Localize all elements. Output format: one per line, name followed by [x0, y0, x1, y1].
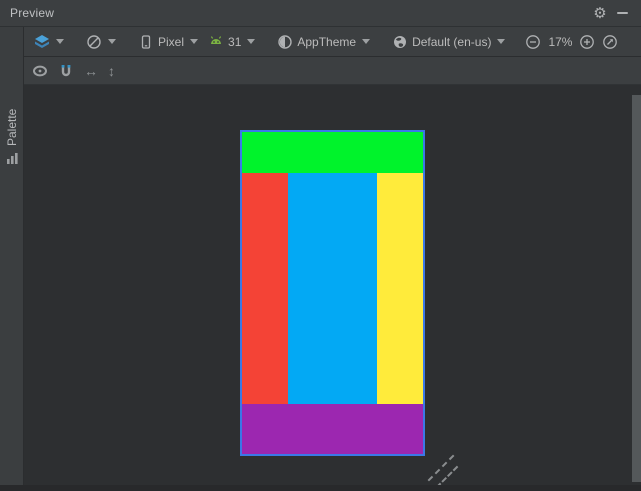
locale-selector-label: Default (en-us) — [412, 34, 492, 49]
device-selector-label: Pixel — [158, 34, 185, 49]
theme-selector-label: AppTheme — [297, 34, 357, 49]
window-bottom-edge — [0, 485, 641, 491]
chevron-down-icon — [108, 39, 116, 44]
zoom-out-icon[interactable] — [525, 34, 541, 50]
chevron-down-icon — [56, 39, 64, 44]
resize-handle-icon[interactable] — [427, 454, 455, 482]
minimize-bar — [616, 12, 628, 14]
android-icon — [210, 35, 222, 44]
layout-region-left-column[interactable] — [242, 173, 288, 404]
layout-middle-row — [242, 173, 423, 404]
api-level-label: 31 — [228, 34, 242, 49]
gear-icon[interactable]: ⚙ — [589, 3, 611, 23]
autoconnect-magnet-icon[interactable] — [58, 63, 74, 79]
window-title: Preview — [10, 6, 55, 20]
zoom-controls: 17% — [525, 34, 618, 50]
preview-titlebar: Preview ⚙ — [0, 0, 641, 27]
minimize-icon[interactable] — [611, 3, 633, 23]
sidebar-item-palette[interactable]: Palette — [0, 67, 24, 167]
phone-icon — [141, 34, 151, 49]
zoom-to-fit-icon[interactable] — [602, 34, 618, 50]
vertical-margin-icon[interactable]: ↕ — [108, 64, 115, 78]
layout-region-bottom-banner[interactable] — [242, 404, 423, 454]
palette-icon — [6, 153, 18, 164]
layers-icon — [35, 34, 49, 48]
zoom-in-icon[interactable] — [579, 34, 595, 50]
design-surface — [24, 85, 641, 489]
design-surface-selector[interactable] — [30, 31, 68, 53]
layout-region-top-banner[interactable] — [242, 132, 423, 173]
theme-selector[interactable]: AppTheme — [273, 31, 374, 53]
left-tool-stripe: Palette — [0, 27, 24, 485]
chevron-down-icon — [190, 39, 199, 44]
chevron-down-icon — [247, 39, 256, 44]
layout-region-right-column[interactable] — [377, 173, 423, 404]
theme-contrast-icon — [278, 34, 293, 49]
orientation-selector[interactable] — [82, 31, 120, 53]
globe-icon — [394, 35, 407, 48]
chevron-down-icon — [497, 39, 506, 44]
device-preview[interactable] — [240, 130, 425, 456]
locale-selector[interactable]: Default (en-us) — [388, 31, 509, 53]
sidebar-item-label: Palette — [5, 108, 19, 146]
zoom-level: 17% — [548, 34, 573, 49]
orientation-icon — [87, 34, 101, 49]
layout-region-center-column[interactable] — [288, 173, 377, 404]
api-level-selector[interactable]: 31 — [204, 31, 259, 53]
horizontal-margin-icon[interactable]: ↔ — [84, 64, 98, 78]
design-toolbar: Pixel 31 AppTheme Default (en-us) 17% — [24, 27, 641, 57]
device-selector[interactable]: Pixel — [134, 31, 202, 53]
constraint-toolbar: ↔ ↕ — [24, 57, 641, 85]
view-options-eye-icon[interactable] — [32, 63, 48, 79]
chevron-down-icon — [362, 39, 371, 44]
vertical-scrollbar[interactable] — [632, 95, 641, 482]
